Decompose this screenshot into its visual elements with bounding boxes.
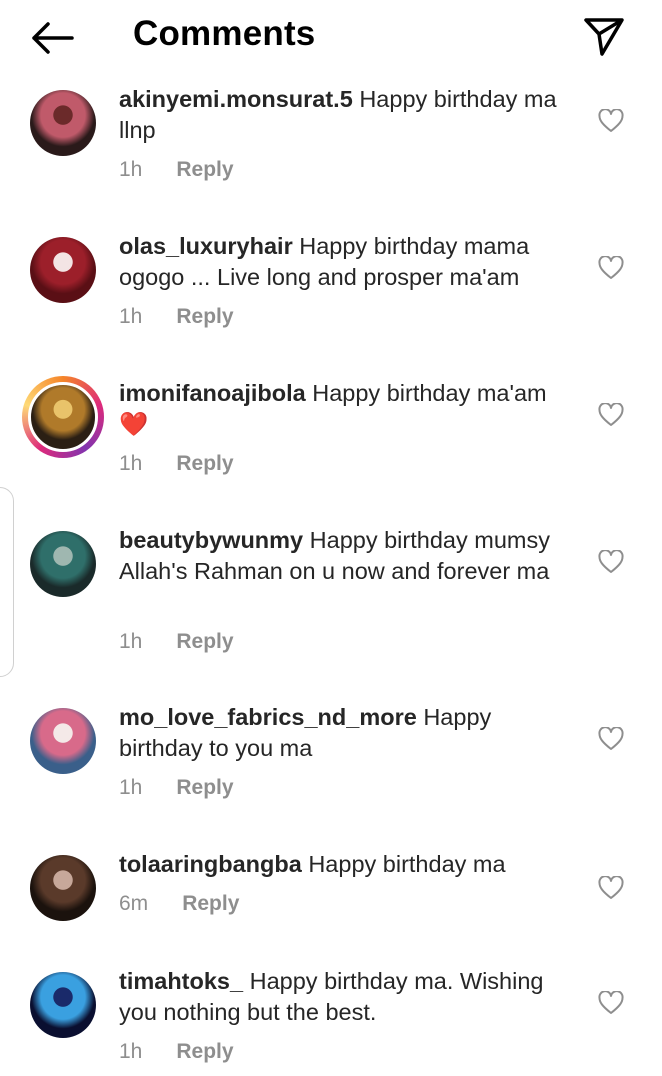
reply-button[interactable]: Reply (176, 305, 233, 328)
comment-username[interactable]: akinyemi.monsurat.5 (119, 86, 353, 112)
comment-meta: 1h Reply (119, 452, 234, 476)
back-arrow-icon[interactable] (28, 18, 76, 58)
comment-text: akinyemi.monsurat.5 Happy birthday ma ll… (119, 84, 579, 146)
direct-message-icon[interactable] (582, 14, 626, 58)
side-drawer-handle[interactable] (0, 487, 14, 677)
avatar[interactable] (30, 972, 96, 1038)
comment-username[interactable]: timahtoks_ (119, 968, 243, 994)
header-bar: Comments (0, 0, 662, 75)
comment-text: imonifanoajibola Happy birthday ma'am ❤️ (119, 378, 579, 440)
comment-timestamp: 1h (119, 630, 143, 653)
comment-meta: 1h Reply (119, 305, 234, 329)
like-heart-icon[interactable] (598, 727, 624, 751)
like-heart-icon[interactable] (598, 876, 624, 900)
comment-text: olas_luxuryhair Happy birthday mama ogog… (119, 231, 579, 293)
comment-meta: 1h Reply (119, 1040, 234, 1064)
comment-timestamp: 1h (119, 776, 143, 799)
reply-button[interactable]: Reply (176, 452, 233, 475)
comment-username[interactable]: tolaaringbangba (119, 851, 302, 877)
avatar[interactable] (30, 237, 96, 303)
like-heart-icon[interactable] (598, 991, 624, 1015)
reply-button[interactable]: Reply (176, 1040, 233, 1063)
comment-text: mo_love_fabrics_nd_more Happy birthday t… (119, 702, 579, 764)
comment-timestamp: 6m (119, 892, 149, 915)
comment-text: timahtoks_ Happy birthday ma. Wishing yo… (119, 966, 579, 1028)
comment-text: tolaaringbangba Happy birthday ma (119, 849, 579, 880)
comment-username[interactable]: olas_luxuryhair (119, 233, 293, 259)
like-heart-icon[interactable] (598, 256, 624, 280)
comment-timestamp: 1h (119, 452, 143, 475)
comment-meta: 1h Reply (119, 158, 234, 182)
like-heart-icon[interactable] (598, 403, 624, 427)
avatar[interactable] (30, 708, 96, 774)
comment-timestamp: 1h (119, 158, 143, 181)
comment-username[interactable]: imonifanoajibola (119, 380, 306, 406)
avatar[interactable] (30, 855, 96, 921)
reply-button[interactable]: Reply (176, 158, 233, 181)
reply-button[interactable]: Reply (176, 630, 233, 653)
comment-text: beautybywunmy Happy birthday mumsy Allah… (119, 525, 579, 587)
comment-username[interactable]: mo_love_fabrics_nd_more (119, 704, 417, 730)
comment-timestamp: 1h (119, 1040, 143, 1063)
comment-meta: 1h Reply (119, 776, 234, 800)
comment-username[interactable]: beautybywunmy (119, 527, 303, 553)
reply-button[interactable]: Reply (182, 892, 239, 915)
comment-meta: 6m Reply (119, 892, 239, 916)
avatar[interactable] (22, 376, 104, 458)
avatar[interactable] (30, 531, 96, 597)
comment-meta: 1h Reply (119, 630, 234, 654)
comment-timestamp: 1h (119, 305, 143, 328)
comment-body: Happy birthday ma (308, 851, 506, 877)
like-heart-icon[interactable] (598, 109, 624, 133)
page-title: Comments (133, 14, 316, 53)
reply-button[interactable]: Reply (176, 776, 233, 799)
like-heart-icon[interactable] (598, 550, 624, 574)
avatar[interactable] (30, 90, 96, 156)
